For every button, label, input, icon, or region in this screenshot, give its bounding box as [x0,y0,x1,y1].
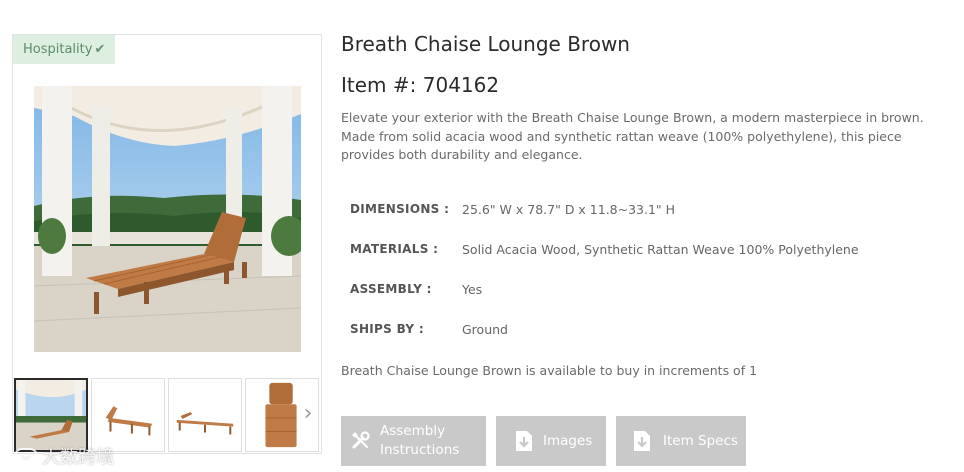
product-title: Breath Chaise Lounge Brown [341,32,630,56]
thumbnail-strip: › [13,378,323,452]
watermark: ◡ 大数跨境 [14,443,114,469]
thumbnail-patio[interactable] [14,378,88,452]
button-label: Images [543,432,593,449]
watermark-logo-icon: ◡ [14,448,38,464]
spec-value: Solid Acacia Wood, Synthetic Rattan Weav… [462,242,859,257]
download-icon [634,431,650,451]
product-gallery: Hospitality ✔ › [12,34,322,454]
product-description: Elevate your exterior with the Breath Ch… [341,110,924,162]
spec-row-materials: MATERIALS : Solid Acacia Wood, Synthetic… [350,242,950,282]
download-actions: Assembly Instructions Images Item Specs [341,416,961,466]
spec-key: MATERIALS : [350,242,439,256]
wrench-screwdriver-icon [352,431,370,449]
thumbnail-side-flat[interactable] [168,378,242,452]
spec-value: Yes [462,282,483,297]
spec-row-ships-by: SHIPS BY : Ground [350,322,950,362]
watermark-text: 大数跨境 [42,447,114,468]
spec-table: DIMENSIONS : 25.6" W x 78.7" D x 11.8~33… [350,202,950,362]
item-specs-download-button[interactable]: Item Specs [616,416,746,466]
button-label: Assembly Instructions [380,423,460,458]
item-number: Item #: 704162 [341,73,500,97]
product-page: Hospitality ✔ › Breath Chaise Lounge Bro… [0,0,964,472]
check-icon: ✔ [94,42,106,57]
download-icon [516,431,532,451]
spec-value: Ground [462,322,508,337]
thumbnail-side-reclined[interactable] [91,378,165,452]
spec-value: 25.6" W x 78.7" D x 11.8~33.1" H [462,202,676,217]
product-details: Breath Chaise Lounge Brown Item #: 70416… [341,30,951,466]
images-download-button[interactable]: Images [496,416,606,466]
badge-label: Hospitality [23,42,93,57]
assembly-instructions-button[interactable]: Assembly Instructions [341,416,486,466]
spec-key: ASSEMBLY : [350,282,432,296]
availability-note: Breath Chaise Lounge Brown is available … [341,363,758,378]
main-product-image[interactable] [34,86,301,352]
button-label: Item Specs [663,432,738,449]
spec-key: SHIPS BY : [350,322,424,336]
hospitality-badge: Hospitality ✔ [13,35,116,64]
spec-row-assembly: ASSEMBLY : Yes [350,282,950,322]
spec-key: DIMENSIONS : [350,202,450,216]
patio-scene-image [34,86,301,352]
spec-row-dimensions: DIMENSIONS : 25.6" W x 78.7" D x 11.8~33… [350,202,950,242]
chevron-right-icon[interactable]: › [299,396,317,432]
